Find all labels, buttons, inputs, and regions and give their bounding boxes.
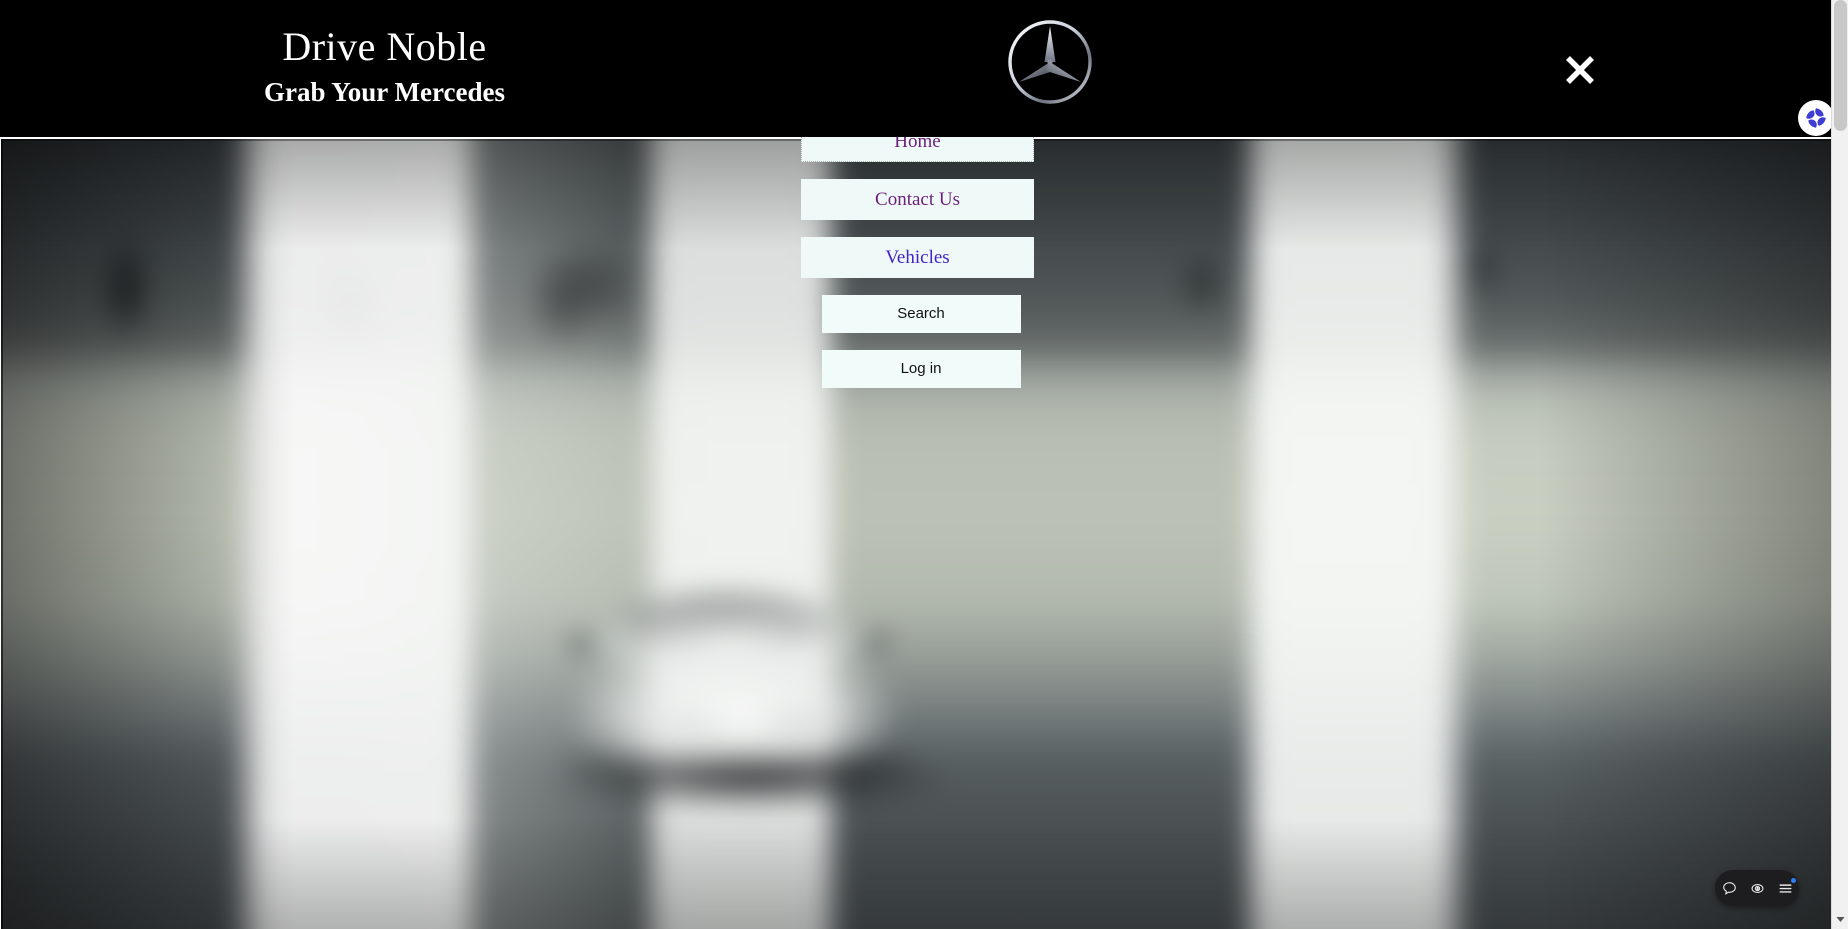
page-title: Drive Noble xyxy=(282,24,487,69)
overlay-menu: Home Contact Us Vehicles Search Log in xyxy=(801,121,1041,397)
site-header: Drive Noble Grab Your Mercedes xyxy=(0,0,1831,137)
notification-dot xyxy=(1791,878,1796,883)
hamburger-menu-icon[interactable] xyxy=(1775,878,1796,898)
menu-link-vehicles[interactable]: Vehicles xyxy=(801,237,1034,278)
scrollbar-thumb[interactable] xyxy=(1834,0,1847,131)
chat-bubble-icon[interactable] xyxy=(1719,878,1739,898)
swirl-logo-icon[interactable] xyxy=(1798,100,1834,136)
accessibility-eye-icon[interactable] xyxy=(1747,878,1767,898)
login-button[interactable]: Log in xyxy=(821,350,1021,388)
chevron-down-icon[interactable] xyxy=(1832,911,1848,928)
mercedes-star-icon xyxy=(1000,12,1100,112)
brand-block: Drive Noble Grab Your Mercedes xyxy=(232,24,537,110)
page-scrollbar[interactable] xyxy=(1831,0,1848,929)
page-root: Blurred black-and-white photo of a white… xyxy=(0,0,1848,929)
floating-widget-bar xyxy=(1715,870,1799,906)
close-icon[interactable] xyxy=(1556,46,1604,94)
page-subtitle: Grab Your Mercedes xyxy=(264,77,505,107)
menu-link-contact-us[interactable]: Contact Us xyxy=(801,179,1034,220)
search-button[interactable]: Search xyxy=(821,295,1021,333)
